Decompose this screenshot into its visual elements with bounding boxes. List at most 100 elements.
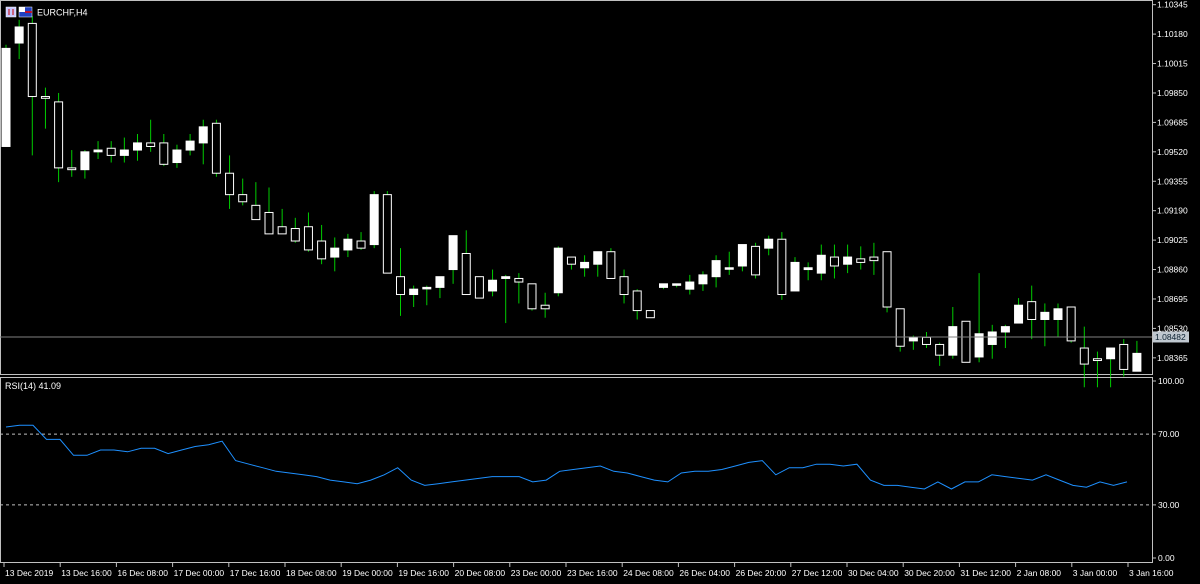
candle xyxy=(777,232,787,300)
price-axis-label: 1.08365 xyxy=(1157,353,1188,363)
candle-body xyxy=(1000,326,1010,333)
time-axis-label: 16 Dec 08:00 xyxy=(117,568,168,578)
candle-body xyxy=(27,22,37,98)
candle-body xyxy=(211,122,221,174)
candle-body xyxy=(488,279,498,292)
candle-body xyxy=(882,251,892,308)
candle-body xyxy=(264,211,274,235)
time-axis-label: 18 Dec 08:00 xyxy=(286,568,337,578)
candle-body xyxy=(593,251,603,265)
time-axis-label: 30 Dec 20:00 xyxy=(904,568,955,578)
candle-body xyxy=(764,238,774,249)
rsi-axis-label: 30.00 xyxy=(1158,500,1180,510)
candle-body xyxy=(461,252,471,296)
time-axis-label: 17 Dec 16:00 xyxy=(230,568,281,578)
candle xyxy=(882,251,892,313)
candle-body xyxy=(159,142,169,165)
price-axis-label: 1.10015 xyxy=(1157,59,1188,69)
time-axis-label: 24 Dec 08:00 xyxy=(623,568,674,578)
candle xyxy=(1,44,11,147)
candle-body xyxy=(277,226,287,235)
rsi-axis-label: 100.00 xyxy=(1158,376,1184,386)
price-axis-label: 1.10180 xyxy=(1157,29,1188,39)
price-axis-label: 1.09520 xyxy=(1157,147,1188,157)
candle-body xyxy=(106,147,116,156)
time-axis-label: 19 Dec 00:00 xyxy=(342,568,393,578)
candle-body xyxy=(67,167,77,171)
candle-body xyxy=(1132,352,1142,372)
time-axis-label: 13 Dec 16:00 xyxy=(61,568,112,578)
candle-body xyxy=(172,149,182,164)
time-axis-label: 26 Dec 20:00 xyxy=(736,568,787,578)
candle xyxy=(474,276,484,299)
chart-symbol-title: EURCHF,H4 xyxy=(37,8,88,18)
candle-body xyxy=(303,226,313,251)
candle-body xyxy=(711,260,721,278)
candle-body xyxy=(54,101,64,169)
candle-body xyxy=(606,251,616,279)
candle-body xyxy=(698,274,708,285)
time-axis-label: 17 Dec 00:00 xyxy=(174,568,225,578)
candle-body xyxy=(540,304,550,310)
time-axis-label: 20 Dec 08:00 xyxy=(455,568,506,578)
candle-body xyxy=(369,194,379,246)
candle-body xyxy=(382,194,392,274)
candle-body xyxy=(843,256,853,265)
price-axis-label: 1.10345 xyxy=(1157,0,1188,10)
candle-body xyxy=(908,336,918,342)
candle-body xyxy=(185,140,195,151)
time-axis-label: 23 Dec 00:00 xyxy=(511,568,562,578)
candle-body xyxy=(869,256,879,262)
candle-body xyxy=(343,238,353,251)
price-axis-label: 1.08860 xyxy=(1157,265,1188,275)
candle-body xyxy=(553,247,563,294)
chart-window-icon-1[interactable] xyxy=(5,6,17,18)
price-axis-label: 1.09685 xyxy=(1157,117,1188,127)
time-axis-label: 27 Dec 12:00 xyxy=(792,568,843,578)
price-axis-label: 1.09850 xyxy=(1157,88,1188,98)
candle-body xyxy=(1066,306,1076,342)
time-axis-label: 3 Jan 16:00 xyxy=(1129,568,1174,578)
candle-body xyxy=(790,261,800,292)
candle-body xyxy=(80,151,90,171)
candle-body xyxy=(133,142,142,151)
price-axis-label: 1.08695 xyxy=(1157,294,1188,304)
candle-body xyxy=(1014,304,1024,324)
time-axis-label: 31 Dec 12:00 xyxy=(960,568,1011,578)
candle-body xyxy=(251,204,261,221)
candle-body xyxy=(1040,311,1050,320)
candle xyxy=(645,310,655,319)
rsi-axis-label: 70.00 xyxy=(1158,429,1180,439)
candle-body xyxy=(527,283,537,310)
candle xyxy=(790,257,800,292)
candle-body xyxy=(737,244,747,267)
time-axis-label: 23 Dec 16:00 xyxy=(567,568,618,578)
candle-body xyxy=(672,283,682,286)
time-axis-label: 26 Dec 04:00 xyxy=(679,568,730,578)
candle-body xyxy=(14,26,24,44)
chart-window-icon-2[interactable] xyxy=(18,6,33,18)
candle-body xyxy=(317,240,327,260)
candle xyxy=(606,248,616,279)
candle-body xyxy=(422,286,432,290)
candle-body xyxy=(330,247,340,258)
candle xyxy=(895,308,905,352)
candle-body xyxy=(93,149,103,153)
candle-body xyxy=(448,235,458,271)
candle xyxy=(961,320,971,363)
candle-body xyxy=(501,276,511,279)
chart-background xyxy=(0,0,1200,584)
chart-window[interactable]: 1.10345 1.10180 1.10015 1.09850 1.09685 1.095… xyxy=(0,0,1200,584)
candle-body xyxy=(40,96,50,99)
candle-body xyxy=(225,172,235,196)
candle-body xyxy=(619,276,629,296)
candle-body xyxy=(724,267,734,270)
candle-body xyxy=(1,47,11,147)
candle-body xyxy=(645,310,655,319)
candle-body xyxy=(777,238,787,296)
rsi-axis-label: 0.00 xyxy=(1158,553,1175,563)
candle xyxy=(369,191,379,249)
candle-body xyxy=(119,149,129,156)
candle-body xyxy=(895,308,905,347)
candle-body xyxy=(659,283,668,288)
